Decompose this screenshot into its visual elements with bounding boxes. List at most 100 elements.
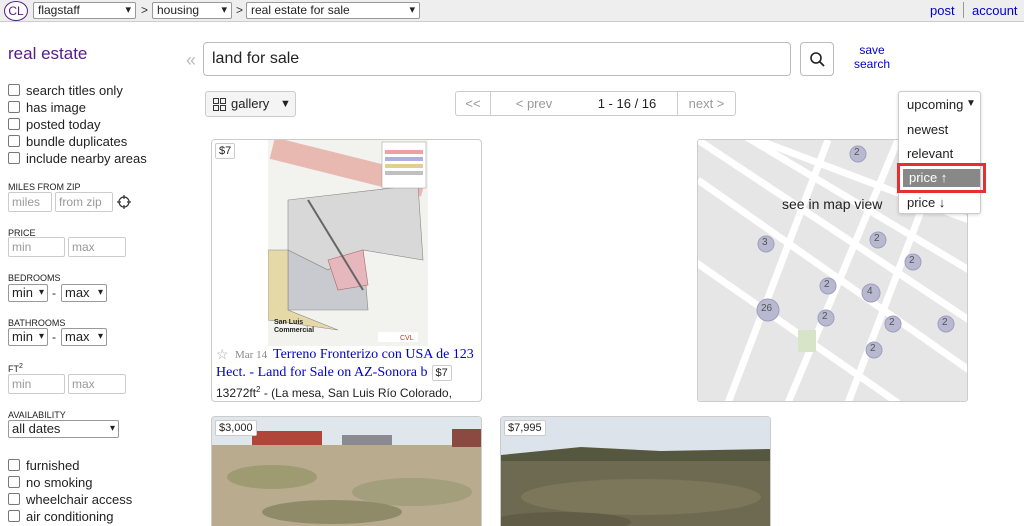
result-card[interactable]: $3,000: [211, 416, 482, 526]
price-badge: $7: [215, 143, 236, 159]
posting-title-text[interactable]: Hect. - Land for Sale on AZ-Sonora b: [216, 365, 428, 380]
map-cluster[interactable]: 2: [854, 147, 860, 158]
checkbox-label: air conditioning: [26, 509, 114, 524]
map-cluster[interactable]: 4: [867, 286, 873, 297]
sort-option-price-asc-highlight[interactable]: price ↑: [897, 163, 986, 193]
category-select[interactable]: housing ▾: [152, 2, 232, 19]
sort-option-newest[interactable]: newest: [907, 122, 948, 137]
bedrooms-min-select[interactable]: min ▾: [8, 284, 48, 302]
filter-posted-today[interactable]: posted today: [8, 117, 100, 134]
site-plan-image[interactable]: San Luis Commercial CVL: [268, 140, 428, 346]
filter-search-titles-only[interactable]: search titles only: [8, 83, 123, 100]
map-cluster[interactable]: 2: [942, 317, 948, 328]
locate-icon[interactable]: [117, 195, 131, 209]
save-search-link[interactable]: save search: [848, 43, 896, 71]
sort-option-price-asc[interactable]: price ↑: [903, 169, 980, 187]
city-select[interactable]: flagstaff ▾: [33, 2, 136, 19]
sqft-label-text: FT: [8, 364, 19, 374]
map-cluster[interactable]: 2: [889, 317, 895, 328]
checkbox-label: posted today: [26, 117, 101, 132]
map-view-link[interactable]: see in map view: [782, 196, 882, 212]
plan-caption-2: Commercial: [274, 327, 314, 334]
sqft-max-input[interactable]: max: [68, 374, 126, 394]
checkbox[interactable]: [8, 476, 20, 488]
filter-no-smoking[interactable]: no smoking: [8, 475, 92, 492]
price-badge: $3,000: [215, 420, 257, 436]
checkbox[interactable]: [8, 459, 20, 471]
sqft-min-input[interactable]: min: [8, 374, 65, 394]
posting-title-line2[interactable]: Hect. - Land for Sale on AZ-Sonora b $7: [216, 364, 452, 382]
map-cluster[interactable]: 26: [761, 303, 772, 314]
bedrooms-label: BEDROOMS: [8, 273, 61, 283]
breadcrumb-separator: >: [236, 3, 244, 17]
bathrooms-min-select[interactable]: min ▾: [8, 328, 48, 346]
category-title: real estate: [8, 44, 88, 63]
next-page-button[interactable]: next >: [678, 92, 735, 115]
miles-input[interactable]: miles: [8, 192, 52, 212]
craigslist-logo[interactable]: CL: [4, 1, 28, 21]
price-max-input[interactable]: max: [68, 237, 126, 257]
filter-air-conditioning[interactable]: air conditioning: [8, 509, 113, 526]
sort-option-price-desc[interactable]: price ↓: [907, 195, 945, 210]
sort-dropdown[interactable]: upcoming ▼ newest relevant price ↓: [898, 91, 981, 214]
checkbox[interactable]: [8, 84, 20, 96]
account-link[interactable]: account: [972, 3, 1018, 18]
search-button[interactable]: [800, 42, 834, 76]
favorite-star-icon[interactable]: ☆: [216, 346, 229, 363]
availability-select[interactable]: all dates ▾: [8, 420, 119, 438]
map-cluster[interactable]: 3: [762, 237, 768, 248]
posting-title-line1[interactable]: Terreno Fronterizo con USA de 123: [273, 346, 474, 364]
bedrooms-max-select[interactable]: max ▾: [61, 284, 107, 302]
bathrooms-max-select[interactable]: max ▾: [61, 328, 107, 346]
checkbox[interactable]: [8, 152, 20, 164]
subcategory-select[interactable]: real estate for sale ▾: [246, 2, 420, 19]
checkbox[interactable]: [8, 493, 20, 505]
map-cluster[interactable]: 2: [824, 279, 830, 290]
checkbox-label: wheelchair access: [26, 492, 133, 507]
checkbox[interactable]: [8, 118, 20, 130]
posting-location: - (La mesa, San Luis Río Colorado,: [260, 386, 452, 400]
checkbox[interactable]: [8, 510, 20, 522]
post-link[interactable]: post: [930, 3, 955, 18]
select-value: all dates: [12, 421, 61, 436]
first-page-button[interactable]: <<: [456, 92, 490, 115]
checkbox-label: include nearby areas: [26, 151, 147, 166]
chevron-down-icon: ▾: [109, 423, 115, 434]
chevron-down-icon: ▾: [409, 4, 415, 16]
inline-price-badge: $7: [431, 365, 452, 381]
map-cluster[interactable]: 2: [870, 343, 876, 354]
chevron-down-icon: ▼: [280, 98, 291, 110]
select-value: min: [12, 329, 33, 344]
collapse-sidebar-icon[interactable]: «: [186, 50, 196, 71]
filter-wheelchair-access[interactable]: wheelchair access: [8, 492, 132, 509]
checkbox[interactable]: [8, 101, 20, 113]
map-cluster[interactable]: 2: [874, 233, 880, 244]
result-card[interactable]: $7 San Luis Commercial CVL ☆ Mar 14 Terr…: [211, 139, 482, 402]
posting-size: 13272ft: [216, 386, 257, 400]
search-input[interactable]: land for sale: [203, 42, 791, 76]
filter-furnished[interactable]: furnished: [8, 458, 79, 475]
filter-sidebar: real estate search titles only has image…: [0, 22, 180, 526]
price-min-input[interactable]: min: [8, 237, 65, 257]
range-dash: -: [52, 286, 56, 300]
view-mode-button[interactable]: gallery ▼: [205, 91, 296, 117]
search-icon: [810, 52, 825, 67]
chevron-down-icon: ▾: [97, 331, 103, 342]
chevron-down-icon: ▾: [125, 4, 131, 16]
checkbox[interactable]: [8, 135, 20, 147]
posting-meta: 13272ft2 - (La mesa, San Luis Río Colora…: [216, 385, 452, 400]
breadcrumb-separator: >: [141, 3, 149, 17]
result-card[interactable]: $7,995: [500, 416, 771, 526]
sort-option-relevant[interactable]: relevant: [907, 146, 953, 161]
zip-input[interactable]: from zip: [55, 192, 113, 212]
filter-include-nearby[interactable]: include nearby areas: [8, 151, 147, 168]
bathrooms-label: BATHROOMS: [8, 318, 66, 328]
filter-has-image[interactable]: has image: [8, 100, 86, 117]
sort-current-label[interactable]: upcoming: [907, 97, 963, 112]
prev-page-button[interactable]: < prev: [491, 92, 577, 115]
map-cluster[interactable]: 2: [909, 255, 915, 266]
filter-bundle-duplicates[interactable]: bundle duplicates: [8, 134, 127, 151]
sqft-label-sup: 2: [19, 363, 23, 370]
map-cluster[interactable]: 2: [822, 311, 828, 322]
grid-icon: [213, 98, 226, 111]
